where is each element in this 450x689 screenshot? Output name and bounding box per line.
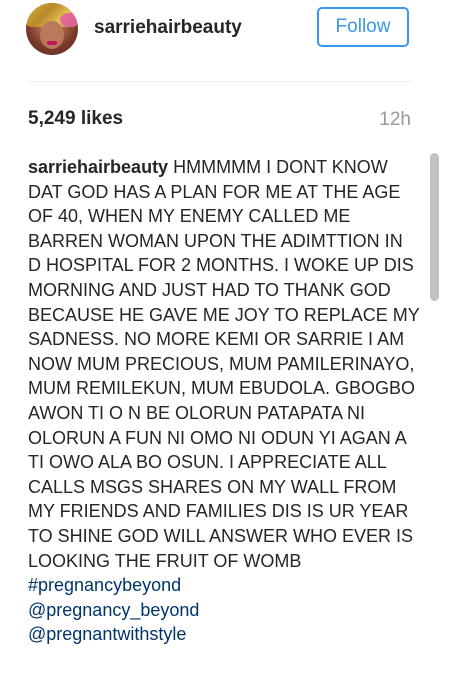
likes-count[interactable]: 5,249 likes (28, 108, 123, 130)
header-divider (28, 81, 413, 82)
avatar[interactable] (26, 3, 78, 55)
caption-author-link[interactable]: sarriehairbeauty (28, 157, 168, 177)
scrollbar-thumb[interactable] (430, 153, 439, 301)
caption-container: sarriehairbeauty HMMMMM I DONT KNOW DAT … (28, 155, 420, 689)
caption-body: HMMMMM I DONT KNOW DAT GOD HAS A PLAN FO… (28, 157, 420, 571)
post-header: sarriehairbeauty Follow (0, 0, 450, 60)
username-link[interactable]: sarriehairbeauty (94, 17, 242, 39)
mention-link-2[interactable]: @pregnantwithstyle (28, 624, 186, 644)
mention-link-1[interactable]: @pregnancy_beyond (28, 600, 199, 620)
post-timestamp: 12h (379, 109, 411, 130)
hashtag-link[interactable]: #pregnancybeyond (28, 575, 181, 595)
caption-text: sarriehairbeauty HMMMMM I DONT KNOW DAT … (28, 155, 420, 647)
avatar-accent (60, 13, 78, 27)
follow-button[interactable]: Follow (317, 7, 409, 47)
avatar-lips (47, 41, 57, 45)
